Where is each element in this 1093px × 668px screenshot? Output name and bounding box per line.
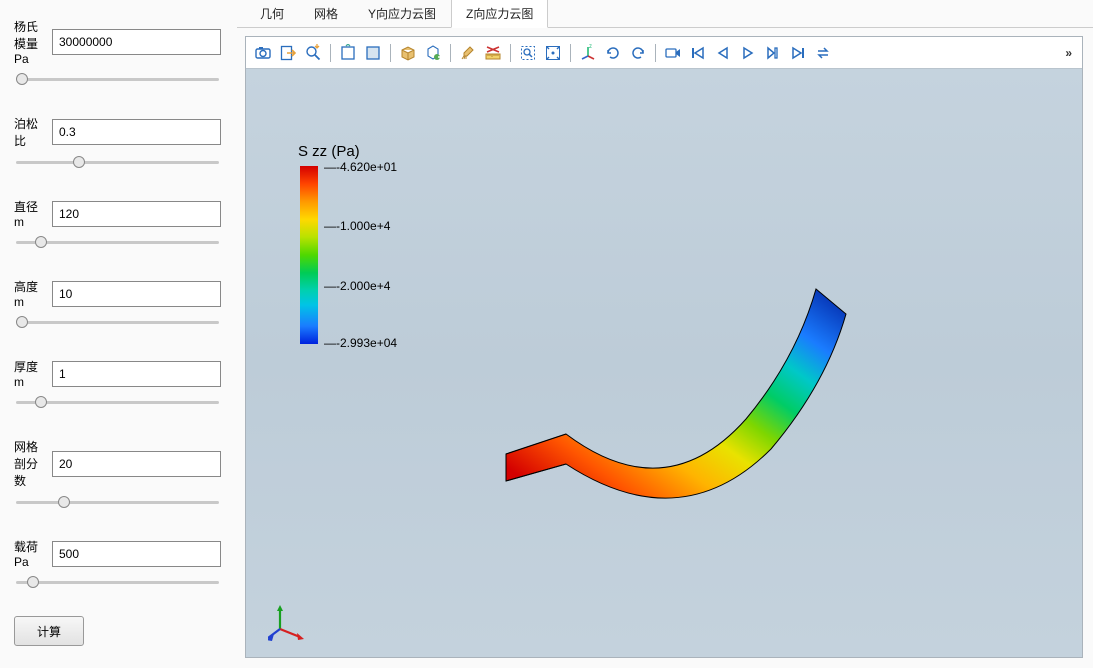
legend-title: S zz (Pa) xyxy=(298,143,414,160)
toolbar-overflow-icon[interactable]: » xyxy=(1061,46,1076,60)
deselect-icon[interactable] xyxy=(362,42,384,64)
calculate-button[interactable]: 计算 xyxy=(14,616,84,646)
ruler-icon[interactable] xyxy=(482,42,504,64)
legend-tick: -2.000e+4 xyxy=(324,279,390,293)
diameter-input[interactable] xyxy=(52,201,221,227)
loop-icon[interactable] xyxy=(812,42,834,64)
param-row-height: 高度 m xyxy=(14,278,221,309)
thickness-input[interactable] xyxy=(52,361,221,387)
legend-labels: -4.620e+01 -1.000e+4 -2.000e+4 -2.993e+0… xyxy=(324,166,414,344)
select-rect-icon[interactable] xyxy=(337,42,359,64)
diameter-slider[interactable] xyxy=(16,235,219,249)
last-frame-icon[interactable] xyxy=(787,42,809,64)
prev-frame-icon[interactable] xyxy=(712,42,734,64)
tab-stress-z[interactable]: Z向应力云图 xyxy=(451,0,548,28)
record-icon[interactable] xyxy=(662,42,684,64)
poisson-input[interactable] xyxy=(52,119,221,145)
tab-stress-y[interactable]: Y向应力云图 xyxy=(353,0,451,28)
orientation-triad-icon xyxy=(268,603,306,641)
tab-bar: 几何 网格 Y向应力云图 Z向应力云图 xyxy=(237,0,1093,28)
youngs-modulus-slider[interactable] xyxy=(16,72,219,86)
param-row-load: 载荷 Pa xyxy=(14,538,221,569)
color-legend: S zz (Pa) -4.620e+01 -1.000e+4 -2.000e+4… xyxy=(300,143,414,344)
zoom-window-icon[interactable] xyxy=(517,42,539,64)
param-row-thickness: 厚度 m xyxy=(14,358,221,389)
render-canvas[interactable]: S zz (Pa) -4.620e+01 -1.000e+4 -2.000e+4… xyxy=(246,69,1082,657)
mesh-input[interactable] xyxy=(52,451,221,477)
rotate-cw-icon[interactable] xyxy=(627,42,649,64)
load-slider[interactable] xyxy=(16,575,219,589)
colorbar xyxy=(300,166,318,344)
legend-tick: -2.993e+04 xyxy=(324,336,397,350)
height-slider[interactable] xyxy=(16,315,219,329)
thickness-slider[interactable] xyxy=(16,395,219,409)
param-label: 厚度 m xyxy=(14,358,46,389)
fit-all-icon[interactable] xyxy=(542,42,564,64)
viewer-toolbar: z » xyxy=(246,37,1082,69)
rotate-ccw-icon[interactable] xyxy=(602,42,624,64)
clean-icon[interactable] xyxy=(457,42,479,64)
zoom-auto-icon[interactable] xyxy=(302,42,324,64)
first-frame-icon[interactable] xyxy=(687,42,709,64)
tab-mesh[interactable]: 网格 xyxy=(299,0,353,28)
param-row-youngs-modulus: 杨氏模量 Pa xyxy=(14,18,221,66)
param-row-diameter: 直径 m xyxy=(14,198,221,229)
legend-tick: -4.620e+01 xyxy=(324,160,397,174)
mesh-slider[interactable] xyxy=(16,495,219,509)
camera-icon[interactable] xyxy=(252,42,274,64)
play-icon[interactable] xyxy=(737,42,759,64)
next-step-icon[interactable] xyxy=(762,42,784,64)
height-input[interactable] xyxy=(52,281,221,307)
param-label: 载荷 Pa xyxy=(14,538,46,569)
youngs-modulus-input[interactable] xyxy=(52,29,221,55)
main-panel: 几何 网格 Y向应力云图 Z向应力云图 xyxy=(237,0,1093,668)
axes-xyz-icon[interactable]: z xyxy=(577,42,599,64)
param-label: 泊松比 xyxy=(14,115,46,149)
visibility-icon[interactable] xyxy=(422,42,444,64)
poisson-slider[interactable] xyxy=(16,155,219,169)
param-label: 网格剖分数 xyxy=(14,438,46,489)
svg-text:z: z xyxy=(589,44,592,50)
stress-contour-model xyxy=(496,259,856,519)
export-icon[interactable] xyxy=(277,42,299,64)
param-row-poisson: 泊松比 xyxy=(14,115,221,149)
load-input[interactable] xyxy=(52,541,221,567)
legend-tick: -1.000e+4 xyxy=(324,219,390,233)
param-label: 直径 m xyxy=(14,198,46,229)
tab-geometry[interactable]: 几何 xyxy=(245,0,299,28)
param-label: 高度 m xyxy=(14,278,46,309)
param-label: 杨氏模量 Pa xyxy=(14,18,46,66)
box-view-icon[interactable] xyxy=(397,42,419,64)
viewport-3d[interactable]: z » S zz (Pa) -4. xyxy=(245,36,1083,658)
sidebar: 杨氏模量 Pa 泊松比 直径 m 高度 m 厚度 m 网格剖分数 载荷 Pa 计… xyxy=(0,0,237,668)
param-row-mesh: 网格剖分数 xyxy=(14,438,221,489)
